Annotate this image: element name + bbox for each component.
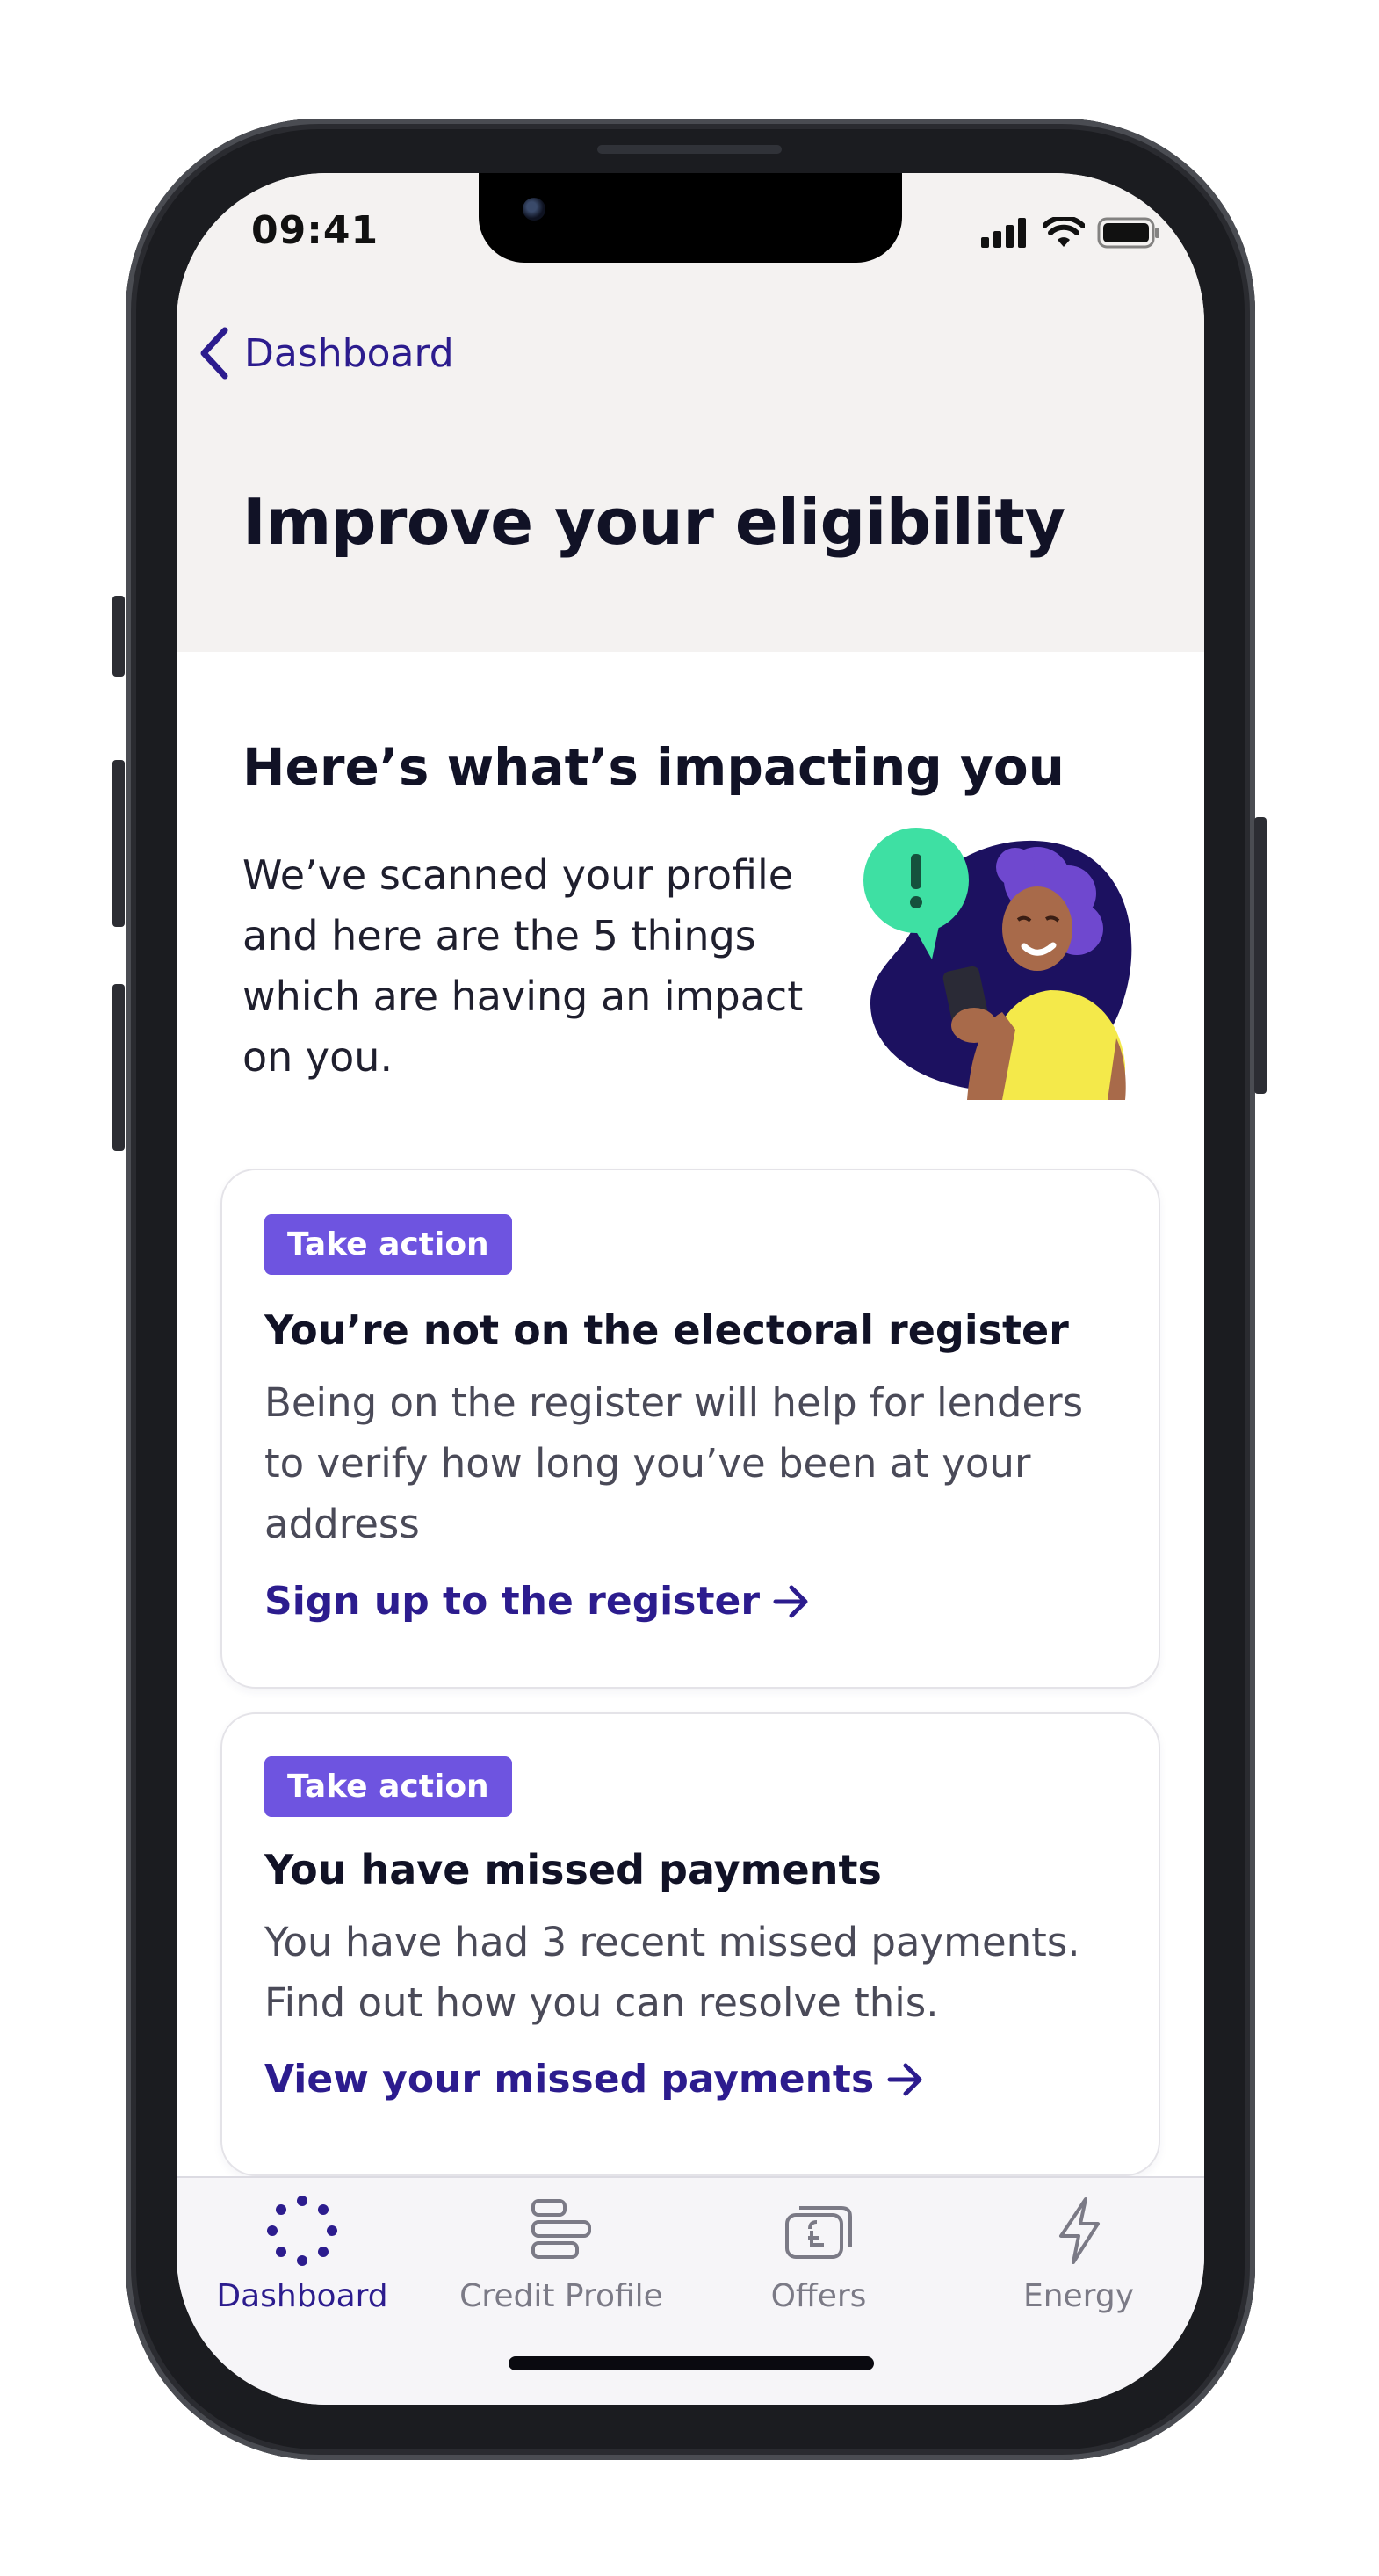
sign-up-register-link[interactable]: Sign up to the register [264,1579,811,1624]
tab-bar: Dashboard Credit Profile Offers Energy [177,2176,1204,2405]
tab-label: Credit Profile [459,2278,663,2314]
link-label: Sign up to the register [264,1579,761,1624]
back-button[interactable]: Dashboard [199,327,454,380]
section-title: Here’s what’s impacting you [242,737,1065,797]
tab-label: Dashboard [216,2278,388,2314]
card-body: Being on the register will help for lend… [264,1379,1084,1547]
bars-icon [531,2199,591,2259]
signal-icon [981,218,1026,248]
tab-offers[interactable]: Offers [704,2196,933,2314]
arrow-right-icon [773,1585,808,1617]
person-with-phone-illustration [863,828,1132,1100]
tab-credit-profile[interactable]: Credit Profile [447,2196,675,2314]
intro-text: We’ve scanned your profile and here are … [242,851,804,1081]
earpiece-speaker [597,145,782,154]
status-icons [981,217,1160,249]
volume-down-button [112,984,125,1151]
header-wave [177,612,1204,652]
tab-label: Offers [770,2278,867,2314]
take-action-badge: Take action [264,1756,512,1817]
action-card-electoral-register: Take action You’re not on the electoral … [220,1169,1160,1689]
power-button [1254,817,1267,1094]
tab-energy[interactable]: Energy [964,2196,1193,2314]
dots-circle-icon [267,2196,337,2266]
chevron-left-icon [200,327,228,380]
link-label: View your missed payments [264,2057,875,2102]
tab-dashboard[interactable]: Dashboard [188,2196,416,2314]
lightning-icon [1059,2197,1100,2264]
arrow-right-icon [887,2063,922,2095]
wallet-pound-icon [785,2206,852,2259]
action-card-missed-payments: Take action You have missed payments You… [220,1712,1160,2176]
battery-icon [1097,217,1159,249]
back-label: Dashboard [244,330,454,376]
mute-switch [112,596,125,677]
tab-label: Energy [1022,2278,1135,2314]
card-body: You have had 3 recent missed payments. F… [264,1919,1080,2026]
card-title: You have missed payments [264,1846,882,1893]
home-indicator [509,2356,874,2370]
phone-screen: 09:41 Dashboard Improve your eligibility… [177,173,1204,2405]
volume-up-button [112,760,125,927]
front-camera [523,198,545,221]
take-action-badge: Take action [264,1214,512,1275]
page-title: Improve your eligibility [242,485,1065,559]
view-missed-payments-link[interactable]: View your missed payments [264,2057,925,2102]
status-time: 09:41 [251,208,379,253]
wifi-icon [1043,217,1085,247]
notch [479,173,902,263]
card-title: You’re not on the electoral register [264,1306,1069,1354]
